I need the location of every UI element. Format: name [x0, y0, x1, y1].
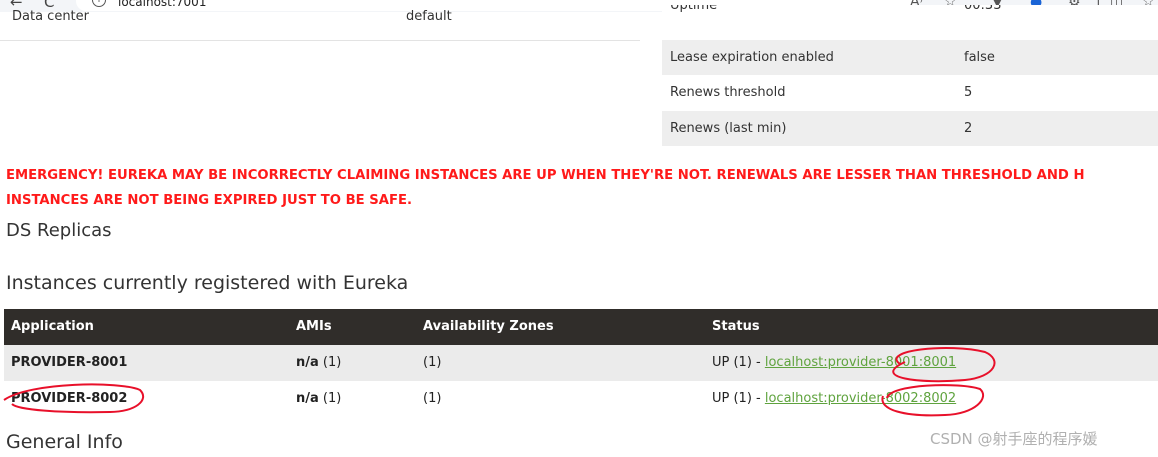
renews-threshold-label: Renews threshold — [670, 85, 786, 100]
uptime-row: Uptime 00:33 — [662, 5, 1158, 39]
zones-cell: (1) — [423, 391, 442, 406]
emergency-line-2: INSTANCES ARE NOT BEING EXPIRED JUST TO … — [6, 193, 412, 208]
ami-count: (1) — [322, 355, 342, 370]
renews-last-min-value: 2 — [964, 121, 973, 136]
data-center-value: default — [406, 9, 452, 24]
url-text[interactable]: localhost:7001 — [118, 0, 206, 12]
uptime-label: Uptime — [670, 5, 718, 13]
ami-cell: n/a (1) — [296, 381, 341, 417]
ami-count: (1) — [322, 391, 342, 406]
lease-expiration-value: false — [964, 50, 995, 65]
emergency-line-1: EMERGENCY! EUREKA MAY BE INCORRECTLY CLA… — [6, 168, 1085, 183]
zones-cell: (1) — [423, 355, 442, 370]
ami-label: n/a — [296, 355, 319, 370]
ds-replicas-heading: DS Replicas — [6, 220, 112, 241]
emergency-warning: EMERGENCY! EUREKA MAY BE INCORRECTLY CLA… — [6, 163, 1158, 213]
status-cell: UP (1) - localhost:provider-8001:8001 — [712, 345, 956, 381]
renews-threshold-row: Renews threshold 5 — [662, 75, 1158, 110]
csdn-watermark: CSDN @射手座的程序媛 — [930, 430, 1098, 448]
renews-last-min-row: Renews (last min) 2 — [662, 111, 1158, 146]
general-info-heading: General Info — [6, 431, 123, 453]
status-prefix: UP (1) - — [712, 391, 765, 406]
lease-expiration-row: Lease expiration enabled false — [662, 40, 1158, 75]
table-header: Application AMIs Availability Zones Stat… — [4, 309, 1158, 345]
uptime-value: 00:33 — [964, 5, 1002, 13]
table-row: PROVIDER-8001 n/a (1) (1) UP (1) - local… — [4, 345, 1158, 381]
data-center-row: Data center default — [0, 9, 640, 41]
instance-status-link[interactable]: localhost:provider-8002:8002 — [765, 391, 956, 406]
lease-expiration-label: Lease expiration enabled — [670, 50, 834, 65]
status-prefix: UP (1) - — [712, 355, 765, 370]
ami-label: n/a — [296, 391, 319, 406]
application-name: PROVIDER-8002 — [11, 391, 128, 406]
instance-status-link[interactable]: localhost:provider-8001:8001 — [765, 355, 956, 370]
header-application: Application — [11, 319, 94, 334]
renews-last-min-label: Renews (last min) — [670, 121, 787, 136]
status-cell: UP (1) - localhost:provider-8002:8002 — [712, 381, 956, 417]
application-name: PROVIDER-8001 — [11, 355, 128, 370]
ami-cell: n/a (1) — [296, 345, 341, 381]
header-amis: AMIs — [296, 319, 332, 334]
table-row: PROVIDER-8002 n/a (1) (1) UP (1) - local… — [4, 381, 1158, 417]
header-availability-zones: Availability Zones — [423, 319, 554, 334]
header-status: Status — [712, 319, 760, 334]
instances-heading: Instances currently registered with Eure… — [6, 272, 409, 294]
renews-threshold-value: 5 — [964, 85, 973, 100]
data-center-label: Data center — [12, 9, 89, 24]
